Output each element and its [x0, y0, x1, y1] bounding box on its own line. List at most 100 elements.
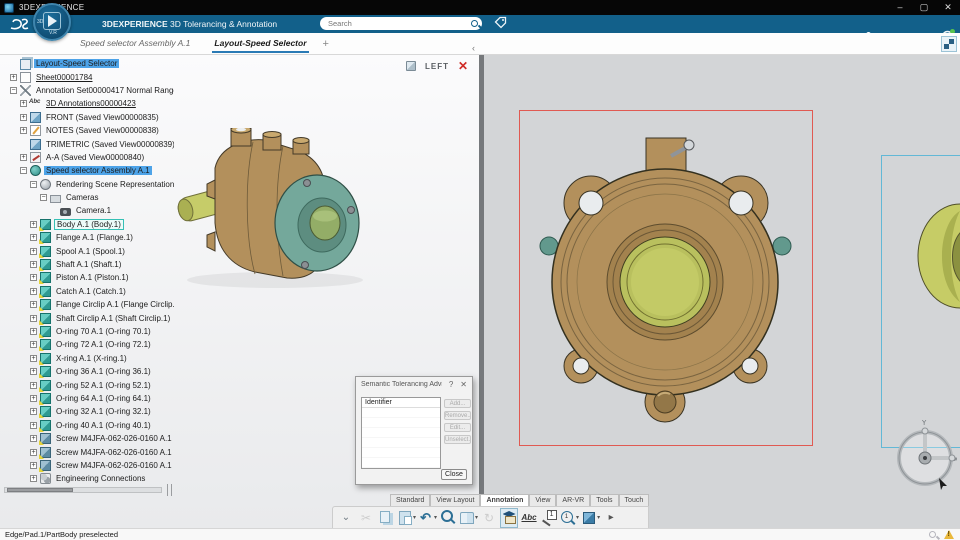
semantic-tolerancing-advisor-icon[interactable] — [500, 508, 518, 528]
tree-item[interactable]: Catch A.1 (Catch.1) — [4, 285, 174, 298]
tree-item[interactable]: NOTES (Saved View00000838) — [4, 124, 174, 137]
tree-expander-icon[interactable] — [30, 422, 37, 429]
spool-side-view[interactable] — [910, 203, 960, 313]
minimize-button[interactable]: – — [888, 0, 912, 15]
tree-item[interactable]: O-ring 32 A.1 (O-ring 32.1) — [4, 405, 174, 418]
actionbar-tab[interactable]: Touch — [619, 494, 650, 506]
tree-expander-icon[interactable] — [30, 355, 37, 362]
tree-item[interactable]: Screw M4JFA-062-026-0160 A.1 (DEMO — [4, 432, 174, 445]
tree-item[interactable]: 3D Annotations00000423 — [4, 97, 174, 110]
annotation-magnifier-icon[interactable] — [560, 508, 579, 528]
tree-expander-icon[interactable] — [10, 74, 17, 81]
tree-horizontal-scrollbar[interactable] — [4, 487, 162, 493]
tree-expander-icon[interactable] — [20, 114, 27, 121]
tree-expander-icon[interactable] — [30, 274, 37, 281]
panel-collapse-icon[interactable]: ‹ — [472, 43, 475, 53]
tree-item[interactable]: Flange Circlip A.1 (Flange Circlip.1) — [4, 298, 174, 311]
tree-expander-icon[interactable] — [30, 328, 37, 335]
tree-expander-icon[interactable] — [20, 154, 27, 161]
tree-item[interactable]: Speed selector Assembly A.1 — [4, 164, 174, 177]
tree-item[interactable]: Body A.1 (Body.1) — [4, 218, 174, 231]
tree-expander-icon[interactable] — [30, 435, 37, 442]
tree-item[interactable]: Engineering Connections — [4, 472, 174, 485]
tag-icon[interactable] — [494, 16, 507, 29]
tree-expander-icon[interactable] — [40, 194, 47, 201]
tree-expander-icon[interactable] — [30, 395, 37, 402]
collapse-actionbar-icon[interactable] — [337, 508, 355, 528]
dropdown-arrow-icon[interactable] — [413, 514, 416, 521]
tree-item[interactable]: Screw M4JFA-062-026-0160 A.1 (Screw — [4, 445, 174, 458]
view-manipulation-compass[interactable]: Y x — [893, 418, 957, 492]
dropdown-arrow-icon[interactable] — [475, 514, 478, 521]
undo-icon[interactable] — [418, 508, 437, 528]
dropdown-arrow-icon[interactable] — [434, 514, 437, 521]
more-tools-icon[interactable] — [602, 508, 620, 528]
datum-target-icon[interactable] — [540, 508, 558, 528]
speed-selector-3d-model[interactable] — [175, 128, 385, 293]
dialog-titlebar[interactable]: Semantic Tolerancing Advi... ? ✕ — [356, 377, 472, 391]
search-input[interactable] — [320, 19, 469, 28]
tree-expander-icon[interactable] — [30, 181, 37, 188]
dropdown-arrow-icon[interactable] — [597, 514, 600, 521]
new-tab-button[interactable]: + — [323, 38, 329, 50]
tree-expander-icon[interactable] — [30, 288, 37, 295]
tree-item[interactable]: Cameras — [4, 191, 174, 204]
dialog-action-button[interactable]: Add... — [444, 399, 471, 408]
identifier-column-header[interactable]: Identifier — [362, 398, 440, 408]
status-search-icon[interactable] — [928, 530, 938, 540]
tree-expander-icon[interactable] — [30, 382, 37, 389]
dialog-action-button[interactable]: Remove... — [444, 411, 471, 420]
warning-icon[interactable] — [944, 530, 954, 539]
tree-item[interactable]: Piston A.1 (Piston.1) — [4, 271, 174, 284]
tree-item[interactable]: O-ring 52 A.1 (O-ring 52.1) — [4, 378, 174, 391]
tree-expander-icon[interactable] — [20, 100, 27, 107]
text-annotation-icon[interactable] — [520, 508, 538, 528]
dialog-help-icon[interactable]: ? — [449, 380, 453, 389]
update-icon[interactable] — [480, 508, 498, 528]
tolerancing-capture-icon[interactable] — [581, 508, 600, 528]
tree-item[interactable]: TRIMETRIC (Saved View00000839) — [4, 137, 174, 150]
actionbar-tab[interactable]: Standard — [390, 494, 430, 506]
tree-expander-icon[interactable] — [30, 234, 37, 241]
dialog-action-button[interactable]: Edit... — [444, 423, 471, 432]
catalog-icon[interactable] — [459, 508, 478, 528]
layout-sheet-viewport[interactable]: Y x — [484, 55, 960, 528]
zoom-icon[interactable] — [439, 508, 457, 528]
tree-expander-icon[interactable] — [30, 221, 37, 228]
dialog-close-button[interactable]: Close — [441, 469, 467, 480]
tree-expander-icon[interactable] — [10, 87, 17, 94]
tree-resize-grip[interactable] — [167, 484, 172, 496]
tree-expander-icon[interactable] — [20, 127, 27, 134]
cut-icon[interactable] — [357, 508, 375, 528]
tree-item[interactable]: FRONT (Saved View00000835) — [4, 111, 174, 124]
tree-item[interactable]: Screw M4JFA-062-026-0160 A.1 (Screw — [4, 459, 174, 472]
actionbar-tab[interactable]: View Layout — [430, 494, 480, 506]
dialog-action-button[interactable]: Unselect... — [444, 435, 471, 444]
flange-front-view[interactable] — [519, 110, 813, 446]
tree-item[interactable]: Rendering Scene Representation00000 — [4, 178, 174, 191]
tree-item[interactable]: X-ring A.1 (X-ring.1) — [4, 352, 174, 365]
tree-item[interactable]: O-ring 64 A.1 (O-ring 64.1) — [4, 392, 174, 405]
tree-item[interactable]: Shaft Circlip A.1 (Shaft Circlip.1) — [4, 311, 174, 324]
actionbar-tab[interactable]: Annotation — [480, 494, 529, 506]
view-close-icon[interactable]: ✕ — [458, 61, 468, 71]
close-button[interactable]: ✕ — [936, 0, 960, 15]
copy-icon[interactable] — [377, 508, 395, 528]
tree-item[interactable]: Annotation Set00000417 Normal Range — [4, 84, 174, 97]
tree-item[interactable]: Spool A.1 (Spool.1) — [4, 244, 174, 257]
tree-expander-icon[interactable] — [30, 301, 37, 308]
identifier-list[interactable]: Identifier — [361, 397, 441, 469]
tree-expander-icon[interactable] — [30, 315, 37, 322]
document-tab[interactable]: Layout-Speed Selector — [212, 34, 308, 53]
search-icon[interactable] — [469, 18, 481, 30]
dropdown-arrow-icon[interactable] — [576, 514, 579, 521]
tree-item[interactable]: O-ring 70 A.1 (O-ring 70.1) — [4, 325, 174, 338]
tree-item[interactable]: A-A (Saved View00000840) — [4, 151, 174, 164]
actionbar-tab[interactable]: Tools — [590, 494, 618, 506]
tree-expander-icon[interactable] — [30, 341, 37, 348]
tree-expander-icon[interactable] — [30, 368, 37, 375]
tree-expander-icon[interactable] — [30, 475, 37, 482]
tree-expander-icon[interactable] — [30, 248, 37, 255]
tree-item[interactable]: Layout-Speed Selector — [4, 57, 174, 70]
expand-view-icon[interactable] — [941, 36, 957, 52]
